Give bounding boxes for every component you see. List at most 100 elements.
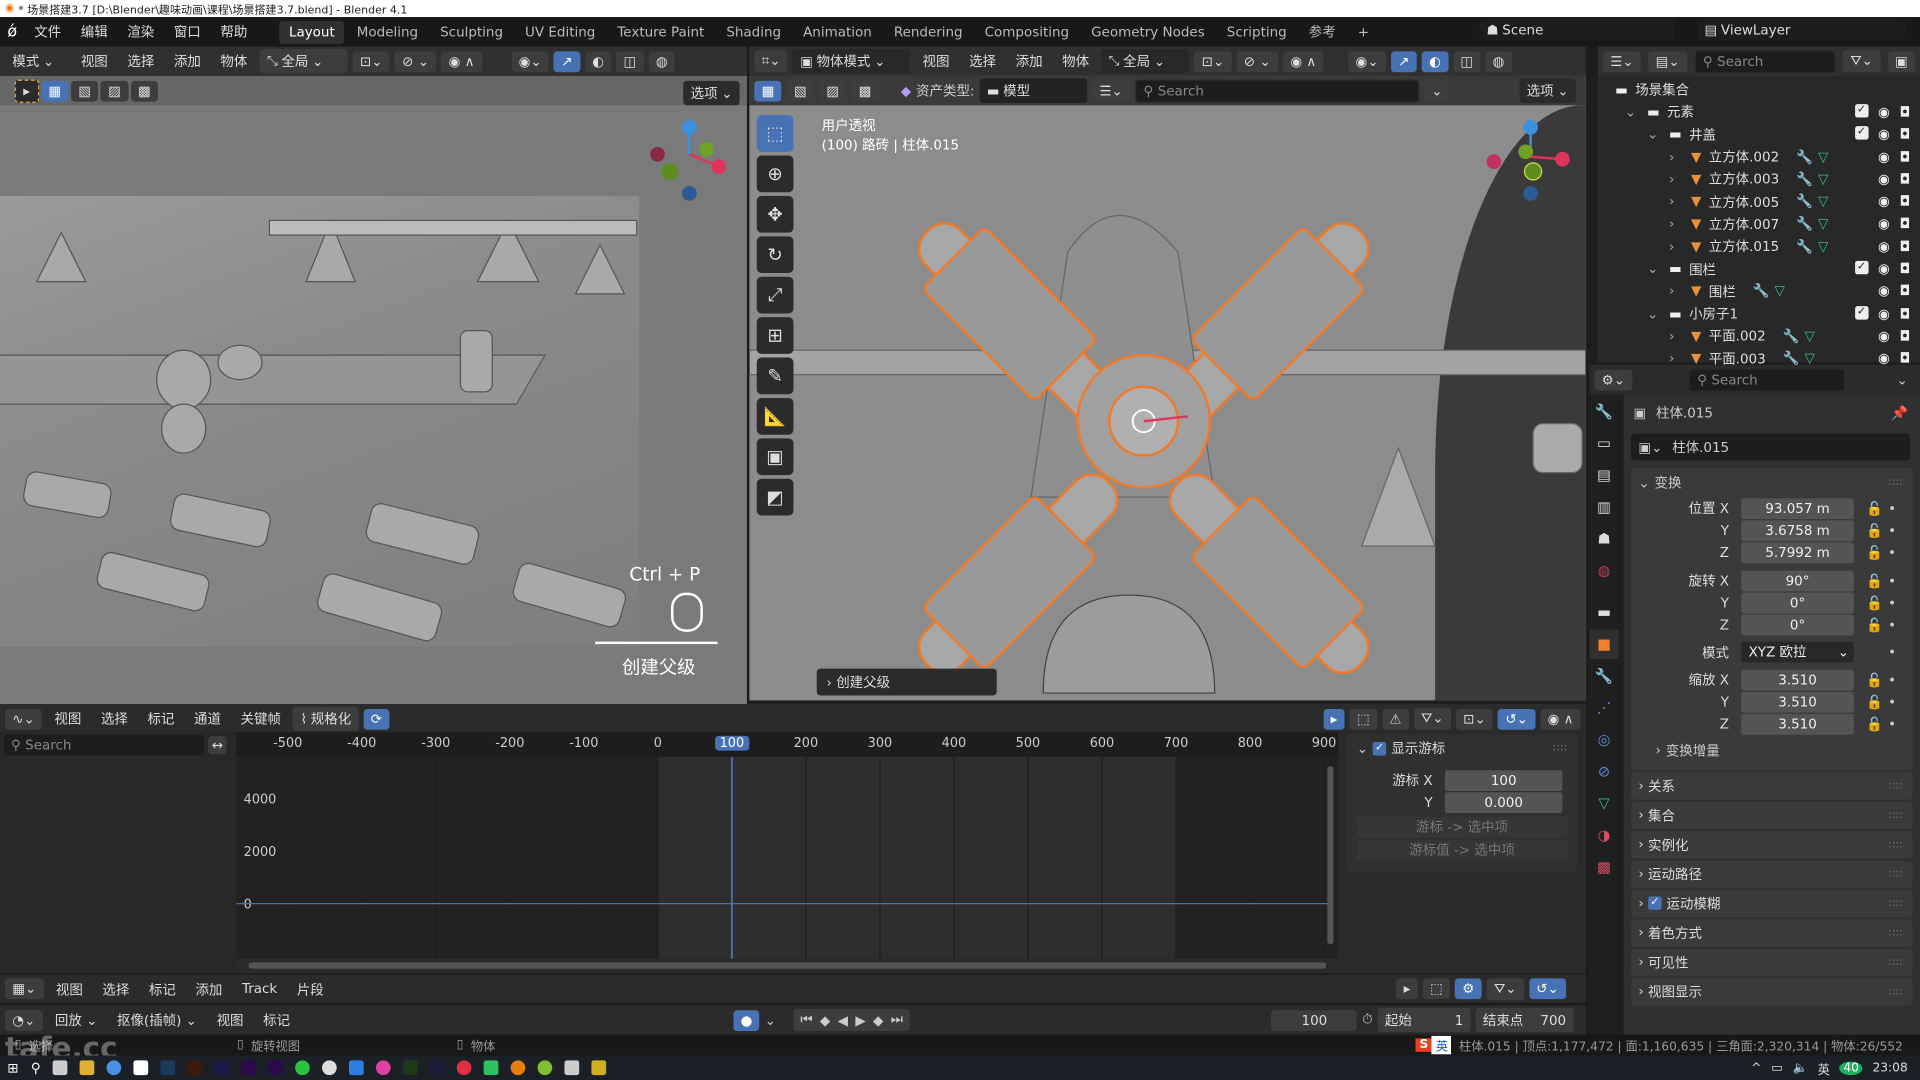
chevron-down-icon[interactable]: ⌄ bbox=[1625, 104, 1640, 120]
keyframe-dot-icon[interactable]: • bbox=[1888, 595, 1896, 611]
panel-7[interactable]: › 视图显示:::: bbox=[1631, 978, 1913, 1006]
eye-icon[interactable]: ◉ bbox=[1878, 126, 1890, 142]
drag-handle-icon[interactable]: :::: bbox=[1888, 927, 1903, 939]
taskbar-app-icon[interactable] bbox=[322, 1060, 338, 1076]
editor-type-icon[interactable]: ⌗⌄ bbox=[754, 50, 788, 73]
chevron-right-icon[interactable]: › bbox=[1669, 238, 1684, 254]
play-reverse-icon[interactable]: ◀ bbox=[838, 1012, 848, 1028]
ime-mode[interactable]: 英 bbox=[1432, 1035, 1452, 1055]
snap-icon[interactable]: ⊘ ⌄ bbox=[1236, 50, 1279, 72]
taskbar-app-icon[interactable] bbox=[133, 1060, 149, 1076]
keyframe-dot-icon[interactable]: • bbox=[1888, 545, 1896, 561]
drag-handle-icon[interactable]: :::: bbox=[1888, 898, 1903, 910]
transform-tool[interactable]: ⊞ bbox=[756, 317, 794, 354]
drag-handle-icon[interactable]: :::: bbox=[1888, 780, 1903, 792]
play-icon[interactable]: ▶ bbox=[855, 1012, 865, 1028]
left-menu-select[interactable]: 选择 bbox=[120, 51, 162, 71]
keyframe-dot-icon[interactable]: • bbox=[1888, 500, 1896, 516]
overlay-icon[interactable]: ◐ bbox=[1421, 50, 1449, 72]
last-operator-panel[interactable]: › 创建父级 bbox=[816, 668, 997, 696]
timer-icon[interactable]: ⏱ bbox=[1362, 1011, 1373, 1028]
drag-handle-icon[interactable]: :::: bbox=[1888, 956, 1903, 968]
eye-icon[interactable]: ◉ bbox=[1878, 238, 1890, 254]
next-keyframe-icon[interactable]: ◆ bbox=[873, 1012, 883, 1028]
cursor-value-to-selected-button[interactable]: 游标值 -> 选中项 bbox=[1356, 839, 1568, 861]
tab-uv-editing[interactable]: UV Editing bbox=[515, 20, 605, 43]
windows-start-icon[interactable]: ⊞ bbox=[7, 1060, 18, 1076]
xray-icon[interactable]: ◫ bbox=[1452, 50, 1481, 72]
graph-menu-view[interactable]: 视图 bbox=[47, 709, 89, 729]
view-layer-selector[interactable]: ▤ ViewLayer bbox=[1697, 19, 1906, 41]
nla-menu-view[interactable]: 视图 bbox=[49, 979, 91, 999]
select-box-tool-icon[interactable]: ▸ bbox=[14, 79, 39, 103]
scale-tool[interactable]: ⤢ bbox=[756, 276, 794, 314]
scale-x-field[interactable]: 3.510 bbox=[1741, 669, 1854, 691]
auto-normalize-icon[interactable]: ⟳ bbox=[363, 708, 390, 730]
jump-start-icon[interactable]: ⏮ bbox=[800, 1011, 812, 1028]
start-frame-field[interactable]: 起始 1 bbox=[1377, 1007, 1471, 1033]
wechat-icon[interactable] bbox=[295, 1060, 311, 1076]
eye-icon[interactable]: ◉ bbox=[1878, 194, 1890, 210]
camera-icon[interactable]: ◘ bbox=[1900, 216, 1911, 232]
properties-search-input[interactable]: ⚲ Search bbox=[1688, 367, 1846, 392]
transform-panel-header[interactable]: ⌄ 变换 :::: bbox=[1631, 468, 1913, 497]
camera-icon[interactable]: ◘ bbox=[1900, 194, 1911, 210]
camera-icon[interactable]: ◘ bbox=[1900, 149, 1911, 165]
lock-icon[interactable]: 🔓 bbox=[1866, 694, 1888, 710]
eye-icon[interactable]: ◉ bbox=[1878, 104, 1890, 120]
object-tab-icon[interactable]: ■ bbox=[1589, 629, 1619, 659]
chevron-down-icon[interactable]: ⌄ bbox=[765, 1012, 776, 1028]
xray-icon[interactable]: ◫ bbox=[616, 50, 644, 72]
lock-icon[interactable]: 🔓 bbox=[1866, 523, 1888, 539]
rotation-mode-dropdown[interactable]: XYZ 欧拉 ⌄ bbox=[1741, 642, 1854, 663]
tab-animation[interactable]: Animation bbox=[793, 20, 881, 43]
timeline-menu-marker[interactable]: 标记 bbox=[256, 1010, 298, 1030]
chevron-down-icon[interactable]: ⌄ bbox=[1647, 306, 1662, 322]
tab-layout[interactable]: Layout bbox=[279, 20, 345, 44]
outliner-row[interactable]: › ▼ 立方体.005 🔧 ▽ ◉ ◘ bbox=[1598, 190, 1920, 212]
blender-menu-icon[interactable]: ǿ bbox=[7, 23, 17, 41]
chevron-right-icon[interactable]: › bbox=[1669, 194, 1684, 210]
audition-icon[interactable] bbox=[214, 1060, 230, 1076]
timeline-menu-keying[interactable]: 抠像(插帧) ⌄ bbox=[110, 1010, 205, 1030]
scale-z-field[interactable]: 3.510 bbox=[1741, 714, 1854, 736]
outliner-search-input[interactable]: ⚲ Search bbox=[1694, 49, 1836, 73]
left-options-button[interactable]: 选项 ⌄ bbox=[683, 80, 740, 106]
right-menu-view[interactable]: 视图 bbox=[915, 51, 957, 71]
select-subtract-icon[interactable]: ▨ bbox=[818, 80, 847, 102]
new-collection-icon[interactable]: ▣ bbox=[1887, 50, 1916, 72]
scene-tab-icon[interactable]: ☗ bbox=[1589, 524, 1618, 553]
location-z-field[interactable]: 5.7992 m bbox=[1741, 542, 1854, 564]
eye-icon[interactable]: ◉ bbox=[1878, 283, 1890, 299]
camera-icon[interactable]: ◘ bbox=[1900, 328, 1911, 344]
scene-collection-row[interactable]: ▬ 场景集合 bbox=[1598, 78, 1920, 100]
panel-4[interactable]: › ✓ 运动模糊:::: bbox=[1631, 890, 1913, 918]
right-menu-select[interactable]: 选择 bbox=[962, 51, 1004, 71]
asset-shelf-collapse-icon[interactable]: ⌄ bbox=[1423, 80, 1450, 102]
right-menu-add[interactable]: 添加 bbox=[1008, 51, 1050, 71]
pivot-icon[interactable]: ⊡⌄ bbox=[1455, 708, 1494, 730]
outliner-row[interactable]: ⌄ ▬ 井盖 ✓ ◉ ◘ bbox=[1598, 123, 1920, 145]
motion-blur-checkbox[interactable]: ✓ bbox=[1648, 896, 1662, 911]
volume-icon[interactable]: 🔈 bbox=[1793, 1061, 1808, 1074]
visibility-icon[interactable]: ◉⌄ bbox=[1348, 50, 1386, 72]
particles-tab-icon[interactable]: ⋰ bbox=[1589, 693, 1618, 722]
lock-icon[interactable]: 🔓 bbox=[1866, 617, 1888, 633]
tray-chevron-icon[interactable]: ^ bbox=[1751, 1061, 1761, 1074]
proportional-edit-icon[interactable]: ◉ ∧ bbox=[441, 50, 482, 72]
network-icon[interactable]: ▭ bbox=[1771, 1061, 1783, 1074]
taskbar-app-icon[interactable] bbox=[564, 1060, 580, 1076]
tray-ime[interactable]: 英 bbox=[1818, 1059, 1830, 1076]
filter-icon[interactable]: ⛛⌄ bbox=[1843, 50, 1881, 73]
filter-icon[interactable]: ⛛⌄ bbox=[1413, 707, 1451, 730]
prev-keyframe-icon[interactable]: ◆ bbox=[820, 1012, 830, 1028]
camera-icon[interactable]: ◘ bbox=[1900, 104, 1911, 120]
outliner-row[interactable]: ⌄ ▬ 元素 ✓ ◉ ◘ bbox=[1598, 101, 1920, 123]
only-errors-icon[interactable]: ⚠ bbox=[1381, 708, 1409, 730]
keyframe-dot-icon[interactable]: • bbox=[1888, 617, 1896, 633]
measure-tool[interactable]: 📐 bbox=[756, 397, 794, 435]
keyframe-dot-icon[interactable]: • bbox=[1888, 717, 1896, 733]
collection-tab-icon[interactable]: ▬ bbox=[1589, 598, 1618, 627]
rotation-z-field[interactable]: 0° bbox=[1741, 614, 1854, 636]
current-frame-indicator[interactable]: 100 bbox=[714, 735, 750, 751]
